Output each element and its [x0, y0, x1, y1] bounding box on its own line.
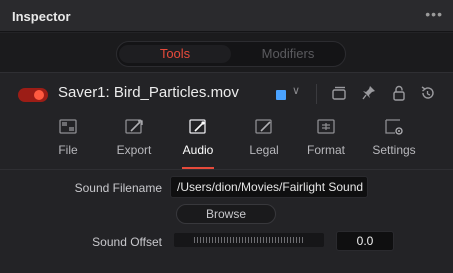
node-enable-toggle[interactable]: [18, 88, 48, 102]
panel-title: Inspector: [12, 9, 71, 24]
node-header: Saver1: Bird_Particles.mov ∨: [0, 74, 453, 114]
sound-filename-input[interactable]: /Users/dion/Movies/Fairlight Sound: [170, 176, 368, 198]
tab-file[interactable]: File: [38, 118, 98, 168]
tab-label: Settings: [372, 143, 416, 157]
tab-label: File: [58, 143, 78, 157]
tools-tab[interactable]: Tools: [119, 45, 231, 63]
legal-icon: [255, 119, 272, 134]
active-tab-indicator: [182, 167, 214, 169]
header-divider: [316, 84, 317, 104]
window-icon[interactable]: [330, 83, 348, 103]
tab-label: Audio: [182, 143, 214, 157]
tab-label: Legal: [249, 143, 279, 157]
browse-button[interactable]: Browse: [176, 204, 276, 224]
inspector-tab-bar: File Export Audio Legal Format Settings: [0, 114, 453, 170]
tab-label: Format: [306, 143, 345, 157]
chevron-down-icon[interactable]: ∨: [292, 84, 300, 97]
slider-ticks: [194, 237, 304, 243]
options-menu-icon[interactable]: •••: [425, 6, 443, 22]
tab-settings[interactable]: Settings: [364, 118, 424, 168]
audio-settings: Sound Filename /Users/dion/Movies/Fairli…: [0, 171, 453, 273]
settings-icon: [385, 119, 403, 135]
tab-legal[interactable]: Legal: [234, 118, 294, 168]
sound-offset-slider[interactable]: [174, 233, 324, 247]
tab-export[interactable]: Export: [104, 118, 164, 168]
tab-format[interactable]: Format: [296, 118, 356, 168]
node-name: Saver1: Bird_Particles.mov: [58, 84, 239, 101]
inspector-panel: Inspector ••• Tools Modifiers Saver1: Bi…: [0, 0, 453, 273]
toggle-knob: [34, 90, 44, 100]
sound-offset-label: Sound Offset: [92, 235, 162, 249]
file-icon: [59, 119, 77, 134]
reset-icon[interactable]: [418, 83, 436, 103]
tab-audio[interactable]: Audio: [168, 118, 228, 169]
modifiers-tab[interactable]: Modifiers: [233, 45, 343, 63]
inspector-titlebar: Inspector •••: [0, 0, 453, 32]
tools-modifiers-bar: Tools Modifiers: [0, 33, 453, 73]
pin-icon[interactable]: [360, 83, 378, 103]
export-icon: [125, 119, 143, 134]
audio-icon: [189, 119, 206, 134]
tab-label: Export: [116, 143, 152, 157]
format-icon: [317, 119, 335, 134]
node-color-chip[interactable]: [276, 90, 286, 100]
tools-modifiers-switch: Tools Modifiers: [116, 41, 346, 67]
sound-filename-label: Sound Filename: [74, 181, 162, 195]
sound-offset-input[interactable]: 0.0: [336, 231, 394, 251]
lock-icon[interactable]: [390, 83, 408, 103]
